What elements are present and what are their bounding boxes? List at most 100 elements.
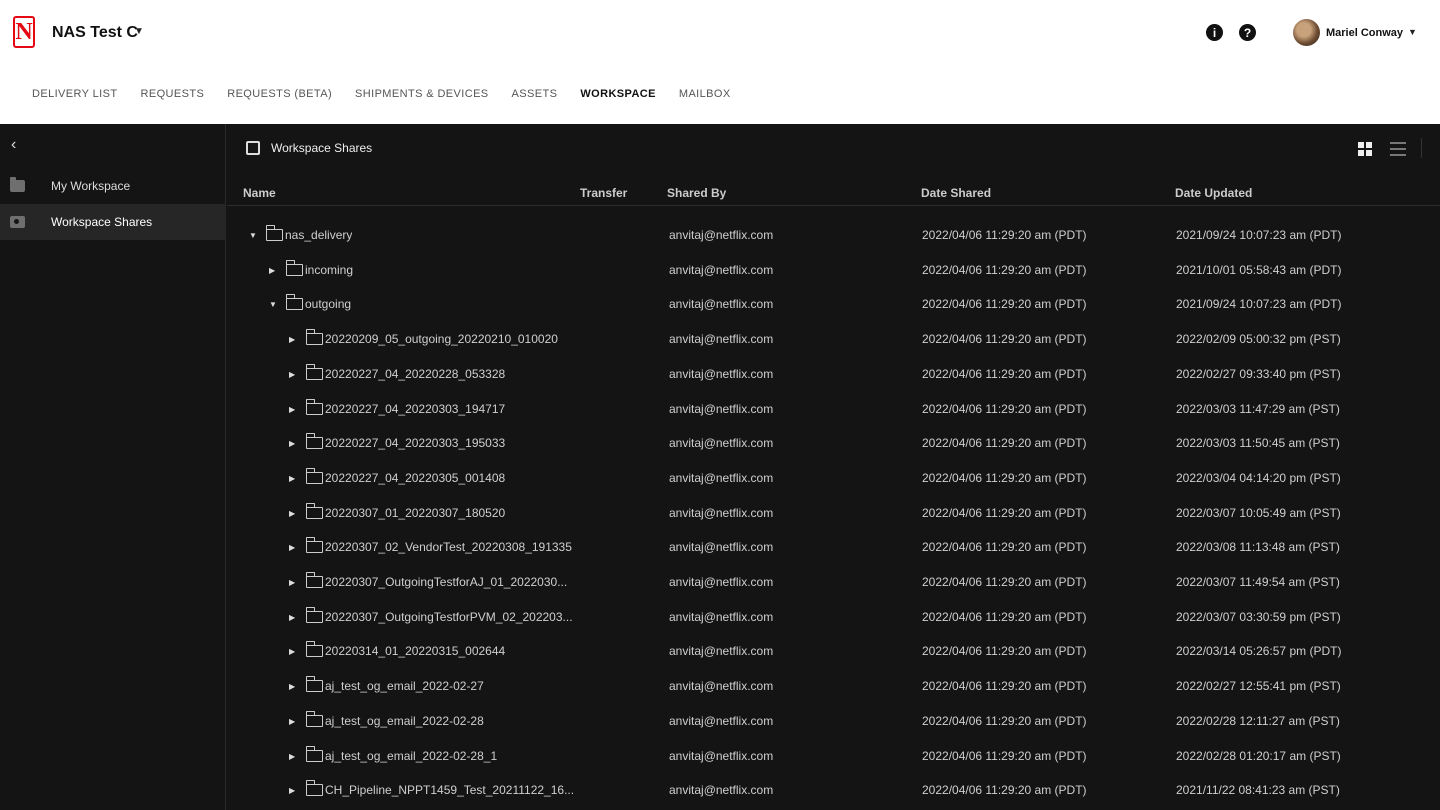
folder-icon: [305, 537, 323, 554]
expand-caret-icon[interactable]: ▶: [289, 647, 295, 656]
table-row[interactable]: ▶ 20220307_01_20220307_180520 anvitaj@netf…: [227, 498, 1440, 532]
shared-by-cell: anvitaj@netflix.com: [669, 575, 774, 589]
table-row[interactable]: ▶ 20220314_01_20220315_002644 anvitaj@netf…: [227, 636, 1440, 670]
folder-icon: [305, 329, 323, 346]
nav-requests[interactable]: REQUESTS: [141, 88, 205, 100]
expand-caret-icon[interactable]: ▶: [289, 752, 295, 761]
expand-caret-icon[interactable]: ▶: [289, 474, 295, 483]
expand-caret-icon[interactable]: ▶: [289, 786, 295, 795]
shared-by-cell: anvitaj@netflix.com: [669, 436, 774, 451]
table-row[interactable]: ▶ 20220227_04_20220228_053328 anvitaj@netf…: [227, 359, 1440, 393]
date-updated-cell: 2022/02/09 05:00:32 pm (PST): [1176, 332, 1341, 347]
expand-caret-icon[interactable]: ▶: [289, 335, 295, 344]
user-menu-caret-icon[interactable]: ▼: [1408, 27, 1417, 37]
date-shared-cell: 2022/04/06 11:29:20 am (PDT): [922, 332, 1087, 347]
expand-caret-icon[interactable]: ▶: [289, 613, 295, 622]
nav-mailbox[interactable]: MAILBOX: [679, 88, 731, 100]
shared-folder-icon: [10, 216, 25, 228]
avatar[interactable]: [1293, 19, 1320, 46]
page-title: Workspace Shares: [271, 141, 373, 155]
folder-icon: [305, 745, 323, 762]
folder-name[interactable]: aj_test_og_email_2022-02-28_1: [325, 749, 497, 763]
expand-caret-icon[interactable]: ▶: [289, 370, 295, 379]
folder-name[interactable]: 20220227_04_20220228_053328: [325, 367, 505, 381]
folder-name[interactable]: 20220227_04_20220305_001408: [325, 471, 505, 485]
date-updated-cell: 2022/03/08 11:13:48 am (PST): [1176, 540, 1340, 555]
app-title[interactable]: NAS Test C: [52, 24, 138, 42]
shared-by-cell: anvitaj@netflix.com: [669, 679, 774, 694]
table-row[interactable]: ▶ 20220209_05_outgoing_20220210_010020 anv…: [227, 324, 1440, 358]
main-nav: DELIVERY LIST REQUESTS REQUESTS (BETA) S…: [32, 88, 754, 100]
nav-requests-beta[interactable]: REQUESTS (BETA): [227, 88, 332, 100]
folder-name[interactable]: 20220307_01_20220307_180520: [325, 506, 505, 520]
shared-by-cell: anvitaj@netflix.com: [669, 540, 774, 555]
column-header-date-shared[interactable]: Date Shared: [921, 186, 991, 200]
select-all-checkbox[interactable]: [246, 141, 260, 155]
collapse-caret-icon[interactable]: ▼: [269, 300, 277, 309]
expand-caret-icon[interactable]: ▶: [269, 266, 275, 275]
column-header-transfer[interactable]: Transfer: [580, 186, 627, 200]
folder-icon: [305, 710, 323, 727]
column-header-name[interactable]: Name: [243, 186, 276, 200]
table-row[interactable]: ▶ aj_test_og_email_2022-02-27 anvitaj@netf…: [227, 671, 1440, 705]
expand-caret-icon[interactable]: ▶: [289, 439, 295, 448]
folder-name[interactable]: 20220307_02_VendorTest_20220308_191335: [325, 540, 572, 554]
expand-caret-icon[interactable]: ▶: [289, 682, 295, 691]
folder-name[interactable]: 20220227_04_20220303_195033: [325, 436, 505, 450]
table-row[interactable]: ▶ aj_test_og_email_2022-02-28_1 anvitaj@ne…: [227, 741, 1440, 775]
expand-caret-icon[interactable]: ▶: [289, 509, 295, 518]
date-shared-cell: 2022/04/06 11:29:20 am (PDT): [922, 748, 1087, 763]
user-name[interactable]: Mariel Conway: [1326, 27, 1403, 39]
folder-name[interactable]: 20220314_01_20220315_002644: [325, 644, 505, 658]
nav-workspace[interactable]: WORKSPACE: [580, 88, 656, 100]
date-shared-cell: 2022/04/06 11:29:20 am (PDT): [922, 436, 1087, 451]
table-row[interactable]: ▶ 20220227_04_20220305_001408 anvitaj@netf…: [227, 463, 1440, 497]
expand-caret-icon[interactable]: ▶: [289, 405, 295, 414]
date-shared-cell: 2022/04/06 11:29:20 am (PDT): [922, 783, 1087, 798]
shared-by-cell: anvitaj@netflix.com: [669, 401, 774, 416]
table-row[interactable]: ▶ 20220307_OutgoingTestforPVM_02_202203..…: [227, 602, 1440, 636]
table-row[interactable]: ▶ 20220227_04_20220303_195033 anvitaj@netf…: [227, 428, 1440, 462]
table-row[interactable]: ▶ incoming anvitaj@netflix.com 2022/04/06 1…: [227, 255, 1440, 289]
folder-name[interactable]: 20220307_OutgoingTestforPVM_02_202203...: [325, 610, 573, 624]
table-row[interactable]: ▼ nas_delivery anvitaj@netflix.com 2022/04/…: [227, 220, 1440, 254]
folder-icon: [305, 398, 323, 415]
folder-name[interactable]: aj_test_og_email_2022-02-27: [325, 679, 484, 693]
table-row[interactable]: ▶ 20220307_02_VendorTest_20220308_191335 a…: [227, 532, 1440, 566]
info-icon[interactable]: i: [1206, 24, 1223, 41]
date-shared-cell: 2022/04/06 11:29:20 am (PDT): [922, 713, 1087, 728]
nav-assets[interactable]: ASSETS: [512, 88, 558, 100]
folder-name[interactable]: aj_test_og_email_2022-02-28: [325, 714, 484, 728]
table-row[interactable]: ▶ CH_Pipeline_NPPT1459_Test_20211122_16..…: [227, 775, 1440, 809]
folder-name[interactable]: incoming: [305, 263, 353, 277]
help-icon[interactable]: ?: [1239, 24, 1256, 41]
folder-name[interactable]: 20220227_04_20220303_194717: [325, 402, 505, 416]
sidebar-item-my-workspace[interactable]: My Workspace: [0, 168, 226, 204]
netflix-logo-icon[interactable]: N: [13, 16, 35, 48]
column-header-date-updated[interactable]: Date Updated: [1175, 186, 1252, 200]
collapse-sidebar-icon[interactable]: ‹: [11, 136, 16, 154]
folder-name[interactable]: outgoing: [305, 297, 351, 311]
folder-name[interactable]: 20220307_OutgoingTestforAJ_01_2022030...: [325, 575, 567, 589]
collapse-caret-icon[interactable]: ▼: [249, 231, 257, 240]
folder-name[interactable]: nas_delivery: [285, 228, 352, 242]
folder-icon: [285, 259, 303, 276]
expand-caret-icon[interactable]: ▶: [289, 717, 295, 726]
folder-name[interactable]: 20220209_05_outgoing_20220210_010020: [325, 332, 558, 346]
sidebar-item-workspace-shares[interactable]: Workspace Shares: [0, 204, 226, 240]
folder-icon: [305, 780, 323, 797]
list-view-icon[interactable]: [1390, 142, 1406, 156]
app-switcher-caret-icon[interactable]: ▼: [134, 26, 144, 37]
table-row[interactable]: ▶ 20220227_04_20220303_194717 anvitaj@netf…: [227, 394, 1440, 428]
nav-shipments-devices[interactable]: SHIPMENTS & DEVICES: [355, 88, 489, 100]
table-row[interactable]: ▶ aj_test_og_email_2022-02-28 anvitaj@netf…: [227, 706, 1440, 740]
expand-caret-icon[interactable]: ▶: [289, 543, 295, 552]
folder-name[interactable]: CH_Pipeline_NPPT1459_Test_20211122_16...: [325, 783, 574, 797]
nav-delivery-list[interactable]: DELIVERY LIST: [32, 88, 118, 100]
column-header-shared-by[interactable]: Shared By: [667, 186, 726, 200]
date-updated-cell: 2022/02/27 12:55:41 pm (PST): [1176, 679, 1341, 694]
table-row[interactable]: ▶ 20220307_OutgoingTestforAJ_01_2022030..…: [227, 567, 1440, 601]
grid-view-icon[interactable]: [1358, 142, 1372, 156]
table-row[interactable]: ▼ outgoing anvitaj@netflix.com 2022/04/06 1…: [227, 289, 1440, 323]
expand-caret-icon[interactable]: ▶: [289, 578, 295, 587]
